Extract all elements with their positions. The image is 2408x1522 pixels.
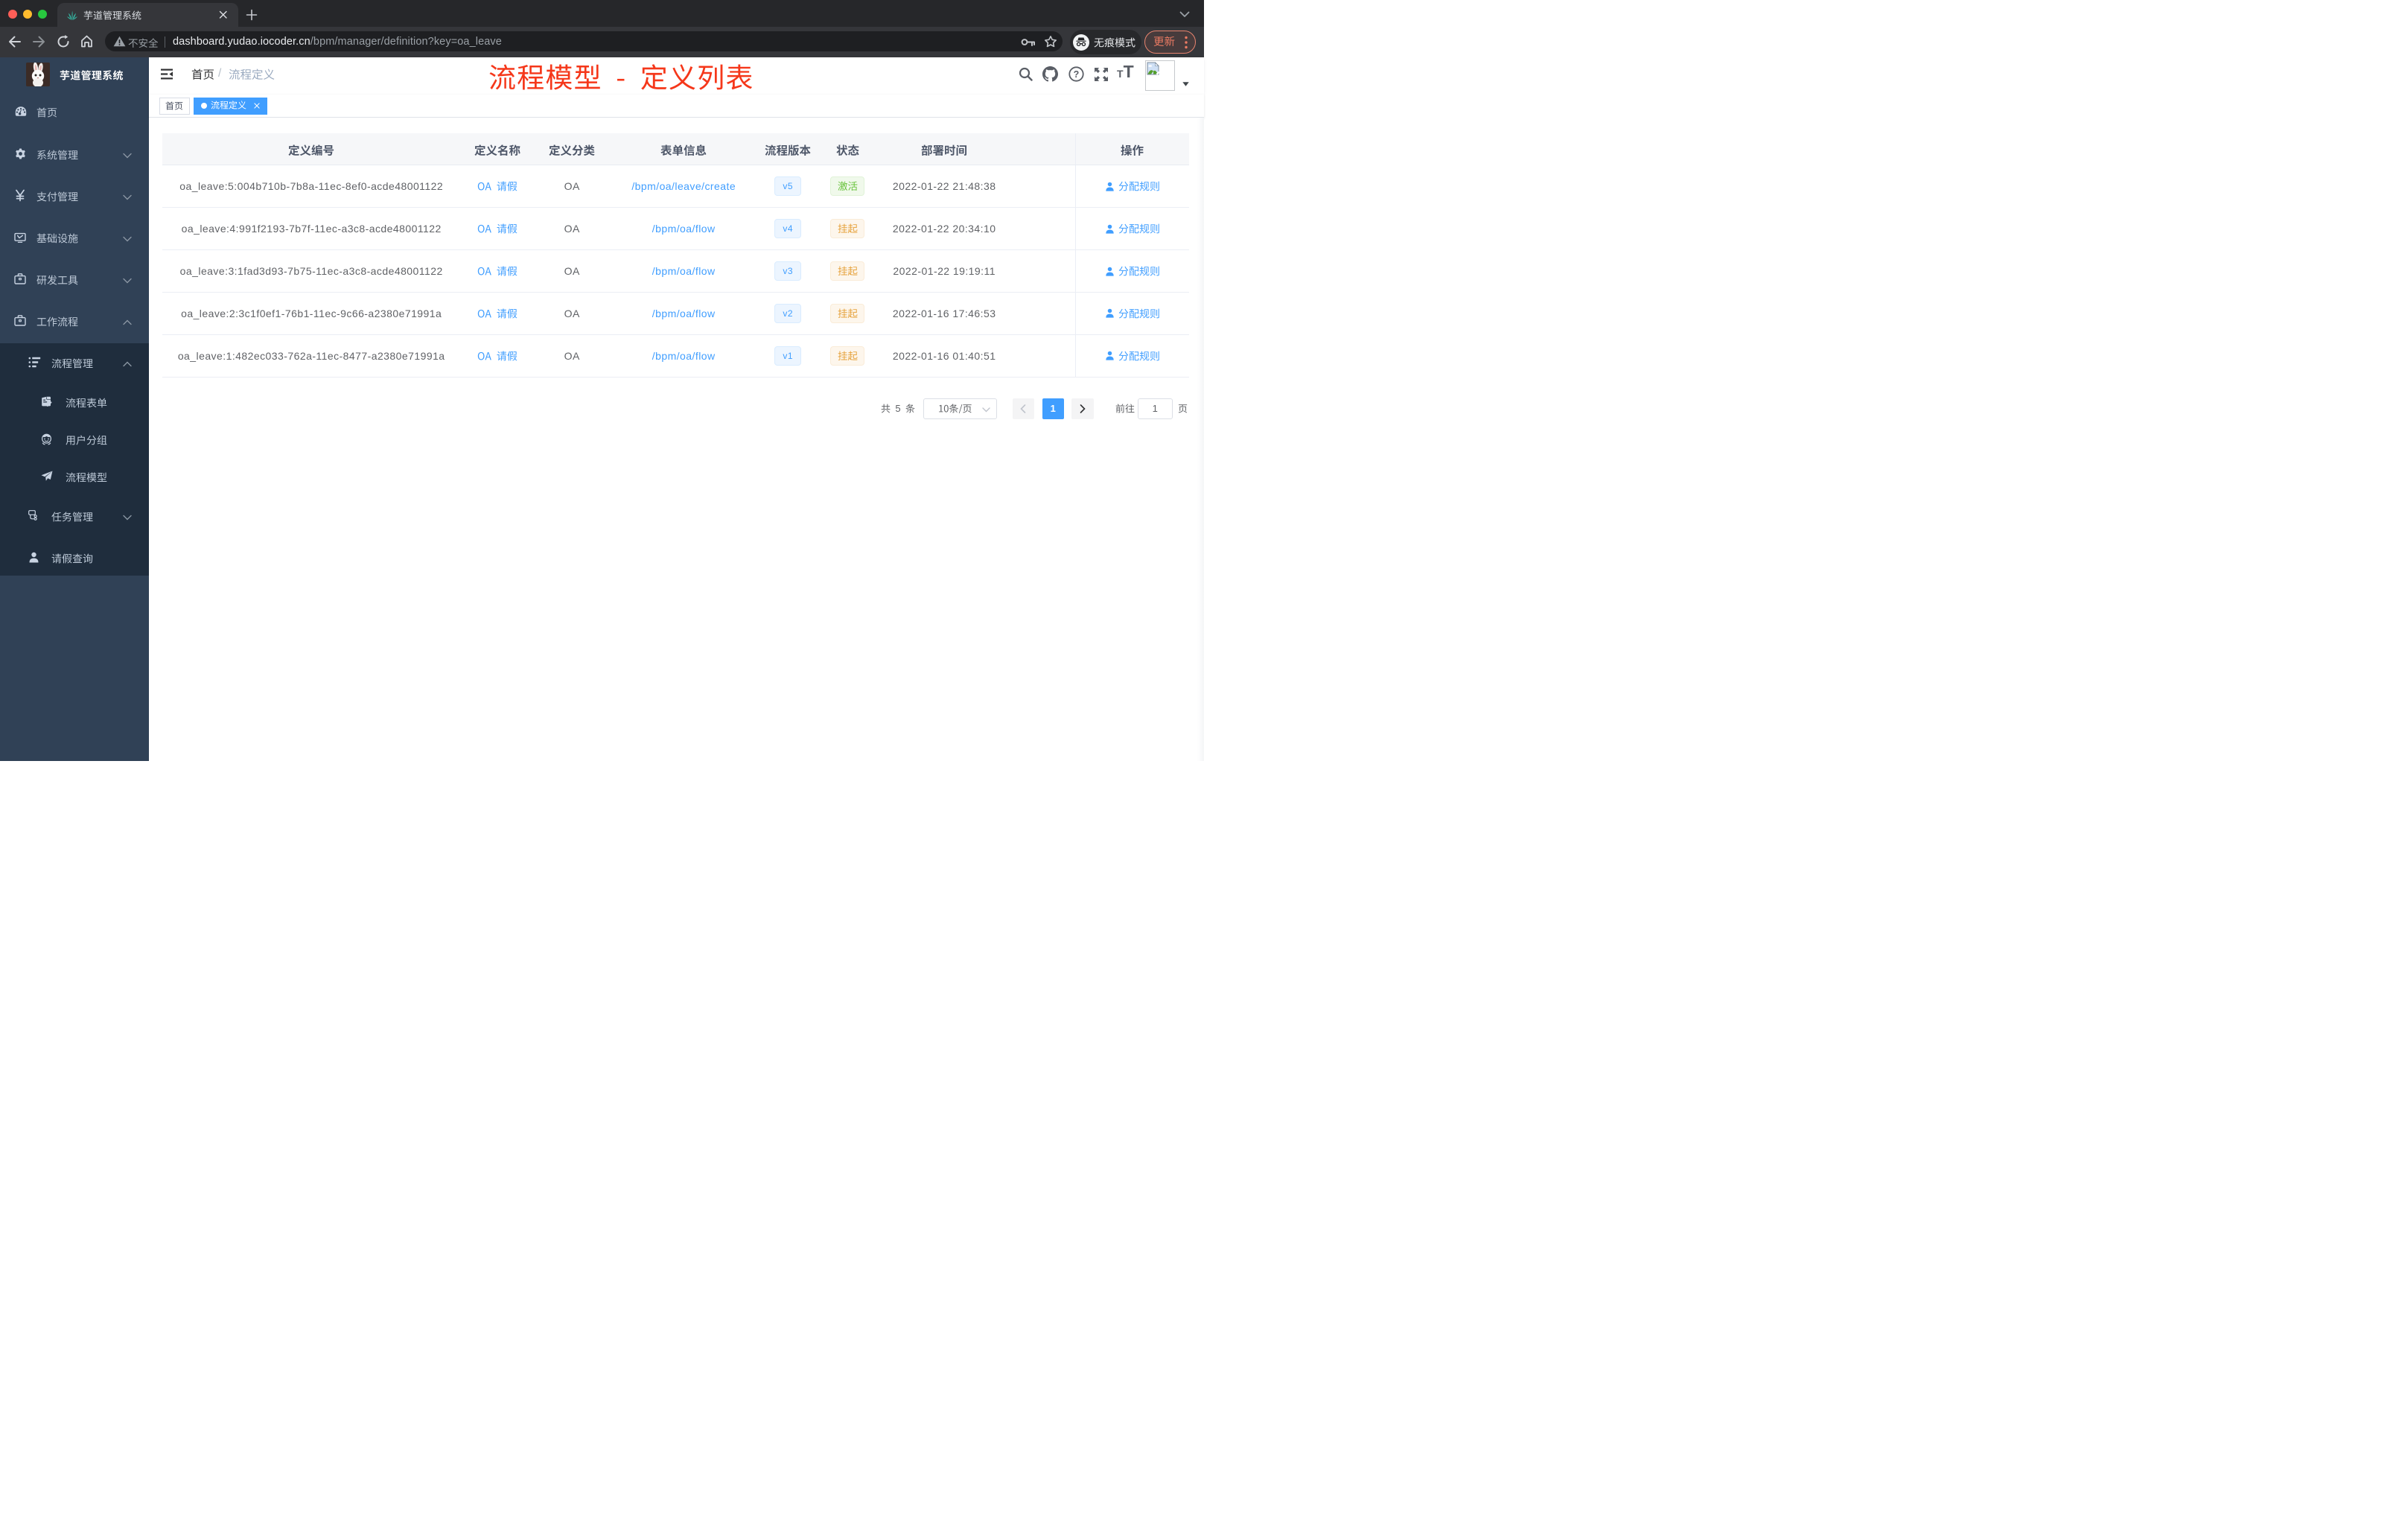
svg-text:?: ? (1074, 69, 1080, 80)
